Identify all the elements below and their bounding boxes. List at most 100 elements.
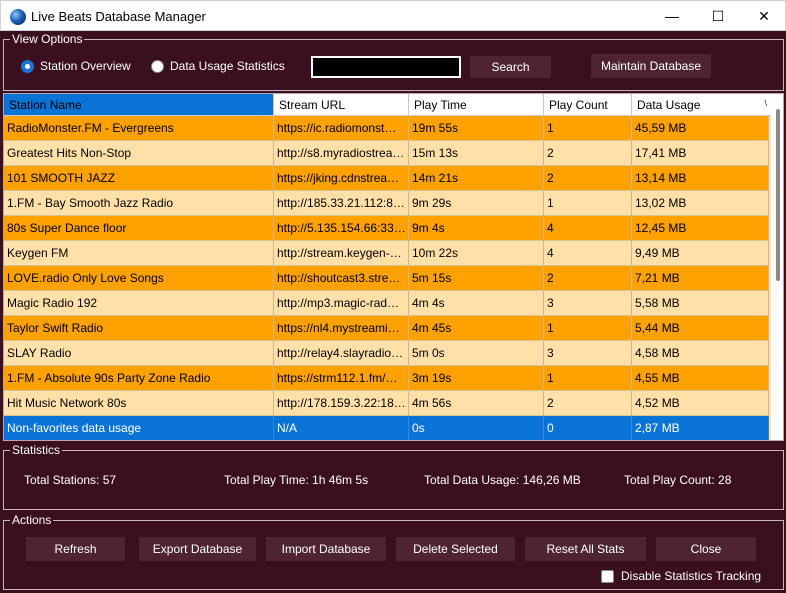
radio-data-usage-label: Data Usage Statistics bbox=[170, 59, 285, 73]
cell-stream-url: https://jking.cdnstrea… bbox=[274, 166, 409, 191]
minimize-button[interactable]: — bbox=[649, 1, 695, 31]
cell-play-time: 4m 4s bbox=[409, 291, 544, 316]
cell-station-name: Keygen FM bbox=[4, 241, 274, 266]
app-globe-icon bbox=[10, 9, 26, 25]
maximize-button[interactable]: ☐ bbox=[695, 1, 741, 31]
cell-play-time: 0s bbox=[409, 416, 544, 440]
table-body: RadioMonster.FM - Evergreens https://ic.r… bbox=[4, 116, 769, 440]
cell-play-count: 1 bbox=[544, 116, 632, 141]
cell-play-count: 0 bbox=[544, 416, 632, 440]
cell-station-name: LOVE.radio Only Love Songs bbox=[4, 266, 274, 291]
cell-stream-url: N/A bbox=[274, 416, 409, 440]
disable-tracking-label: Disable Statistics Tracking bbox=[621, 569, 762, 583]
vertical-scrollbar[interactable] bbox=[771, 94, 783, 440]
import-database-button[interactable]: Import Database bbox=[266, 537, 386, 561]
title-bar: Live Beats Database Manager — ☐ ✕ bbox=[0, 0, 786, 31]
cell-play-time: 15m 13s bbox=[409, 141, 544, 166]
table-row[interactable]: Greatest Hits Non-Stop http://s8.myradios… bbox=[4, 141, 769, 166]
table-row[interactable]: 1.FM - Absolute 90s Party Zone Radio http… bbox=[4, 366, 769, 391]
search-button[interactable]: Search bbox=[470, 56, 551, 78]
radio-checked-icon bbox=[21, 59, 34, 73]
cell-stream-url: http://mp3.magic-rad… bbox=[274, 291, 409, 316]
delete-selected-button[interactable]: Delete Selected bbox=[396, 537, 515, 561]
cell-data-usage: 45,59 MB bbox=[632, 116, 769, 141]
table-row[interactable]: LOVE.radio Only Love Songs http://shoutca… bbox=[4, 266, 769, 291]
scrollbar-thumb[interactable] bbox=[776, 109, 780, 281]
column-header-station-name[interactable]: Station Name bbox=[4, 94, 274, 116]
table-row[interactable]: SLAY Radio http://relay4.slayradio… 5m 0s 3… bbox=[4, 341, 769, 366]
cell-data-usage: 5,44 MB bbox=[632, 316, 769, 341]
cell-data-usage: 13,14 MB bbox=[632, 166, 769, 191]
cell-data-usage: 5,58 MB bbox=[632, 291, 769, 316]
close-window-button[interactable]: ✕ bbox=[741, 1, 786, 31]
cell-data-usage: 17,41 MB bbox=[632, 141, 769, 166]
radio-data-usage[interactable]: Data Usage Statistics bbox=[151, 59, 285, 73]
stations-table[interactable]: Station Name Stream URL Play Time Play C… bbox=[3, 93, 784, 441]
cell-stream-url: http://5.135.154.66:33… bbox=[274, 216, 409, 241]
table-row[interactable]: Magic Radio 192 http://mp3.magic-rad… 4m 4… bbox=[4, 291, 769, 316]
column-header-data-usage-label: Data Usage bbox=[637, 97, 701, 112]
cell-play-count: 1 bbox=[544, 366, 632, 391]
actions-label: Actions bbox=[10, 513, 54, 527]
table-header: Station Name Stream URL Play Time Play C… bbox=[4, 94, 774, 116]
statistics-label: Statistics bbox=[10, 443, 63, 457]
cell-stream-url: http://shoutcast3.stre… bbox=[274, 266, 409, 291]
table-row[interactable]: 101 SMOOTH JAZZ https://jking.cdnstrea… 14… bbox=[4, 166, 769, 191]
export-database-button[interactable]: Export Database bbox=[139, 537, 256, 561]
cell-data-usage: 7,21 MB bbox=[632, 266, 769, 291]
table-row[interactable]: Hit Music Network 80s http://178.159.3.22… bbox=[4, 391, 769, 416]
radio-station-overview-label: Station Overview bbox=[40, 59, 131, 73]
total-play-time: Total Play Time: 1h 46m 5s bbox=[224, 473, 369, 487]
cell-play-time: 4m 56s bbox=[409, 391, 544, 416]
cell-data-usage: 13,02 MB bbox=[632, 191, 769, 216]
cell-stream-url: https://strm112.1.fm/… bbox=[274, 366, 409, 391]
checkbox-unchecked-icon bbox=[601, 569, 614, 583]
radio-station-overview[interactable]: Station Overview bbox=[21, 59, 131, 73]
cell-play-count: 3 bbox=[544, 291, 632, 316]
table-row[interactable]: Non-favorites data usage N/A 0s 0 2,87 MB bbox=[4, 416, 769, 440]
cell-stream-url: http://stream.keygen-… bbox=[274, 241, 409, 266]
cell-stream-url: http://s8.myradiostrea… bbox=[274, 141, 409, 166]
cell-play-time: 19m 55s bbox=[409, 116, 544, 141]
cell-station-name: SLAY Radio bbox=[4, 341, 274, 366]
cell-play-count: 2 bbox=[544, 166, 632, 191]
cell-station-name: 101 SMOOTH JAZZ bbox=[4, 166, 274, 191]
cell-stream-url: http://178.159.3.22:18… bbox=[274, 391, 409, 416]
search-input[interactable] bbox=[311, 56, 461, 78]
column-header-play-time[interactable]: Play Time bbox=[409, 94, 544, 116]
table-row[interactable]: 80s Super Dance floor http://5.135.154.66… bbox=[4, 216, 769, 241]
cell-play-time: 9m 29s bbox=[409, 191, 544, 216]
cell-station-name: 1.FM - Absolute 90s Party Zone Radio bbox=[4, 366, 274, 391]
disable-tracking-checkbox[interactable]: Disable Statistics Tracking bbox=[601, 569, 761, 583]
cell-station-name: Hit Music Network 80s bbox=[4, 391, 274, 416]
cell-data-usage: 12,45 MB bbox=[632, 216, 769, 241]
refresh-button[interactable]: Refresh bbox=[26, 537, 125, 561]
table-row[interactable]: Keygen FM http://stream.keygen-… 10m 22s 4 9… bbox=[4, 241, 769, 266]
cell-data-usage: 4,58 MB bbox=[632, 341, 769, 366]
table-row[interactable]: RadioMonster.FM - Evergreens https://ic.r… bbox=[4, 116, 769, 141]
cell-play-time: 10m 22s bbox=[409, 241, 544, 266]
cell-play-count: 2 bbox=[544, 391, 632, 416]
maintain-database-button[interactable]: Maintain Database bbox=[591, 54, 711, 78]
sort-indicator-icon: \ bbox=[764, 98, 767, 108]
cell-play-time: 5m 0s bbox=[409, 341, 544, 366]
cell-station-name: RadioMonster.FM - Evergreens bbox=[4, 116, 274, 141]
total-play-count: Total Play Count: 28 bbox=[624, 473, 732, 487]
table-row[interactable]: 1.FM - Bay Smooth Jazz Radio http://185.3… bbox=[4, 191, 769, 216]
cell-data-usage: 2,87 MB bbox=[632, 416, 769, 440]
column-header-data-usage[interactable]: Data Usage \ bbox=[632, 94, 774, 116]
close-button[interactable]: Close bbox=[656, 537, 756, 561]
cell-data-usage: 4,55 MB bbox=[632, 366, 769, 391]
cell-play-time: 5m 15s bbox=[409, 266, 544, 291]
cell-stream-url: http://185.33.21.112:8… bbox=[274, 191, 409, 216]
radio-unchecked-icon bbox=[151, 59, 164, 73]
cell-play-count: 4 bbox=[544, 241, 632, 266]
column-header-stream-url[interactable]: Stream URL bbox=[274, 94, 409, 116]
reset-all-stats-button[interactable]: Reset All Stats bbox=[525, 537, 646, 561]
cell-station-name: Magic Radio 192 bbox=[4, 291, 274, 316]
table-row[interactable]: Taylor Swift Radio https://nl4.mystreami…… bbox=[4, 316, 769, 341]
total-stations: Total Stations: 57 bbox=[24, 473, 117, 487]
cell-play-count: 3 bbox=[544, 341, 632, 366]
cell-station-name: Non-favorites data usage bbox=[4, 416, 274, 440]
column-header-play-count[interactable]: Play Count bbox=[544, 94, 632, 116]
